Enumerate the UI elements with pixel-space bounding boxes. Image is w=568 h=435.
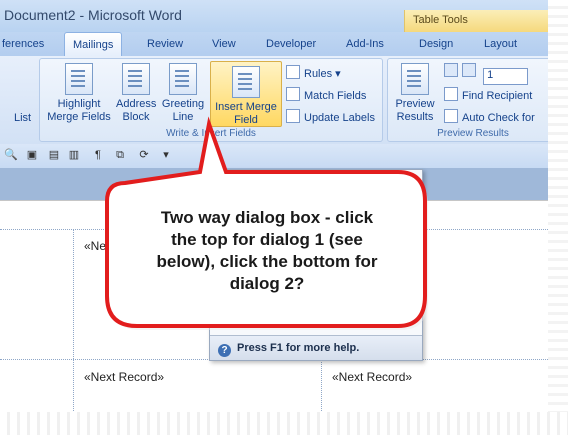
torn-edge-bottom [0, 412, 568, 435]
address-block-label: Address Block [116, 98, 157, 123]
address-block-button[interactable]: Address Block [116, 63, 156, 124]
table-tools-context: Table Tools [404, 10, 548, 32]
preview-results-group: Preview Results 1 Find Recipient Auto Ch… [387, 58, 548, 142]
merge-field-cell[interactable]: «Next Record» [84, 370, 164, 384]
insert-merge-field-icon [232, 66, 260, 98]
screenshot-canvas: Document2 - Microsoft Word Table Tools f… [0, 0, 568, 435]
rules-label: Rules [304, 68, 333, 80]
auto-check-label: Auto Check for [462, 112, 535, 124]
tab-references[interactable]: ferences [2, 38, 44, 50]
insert-merge-field-label: Insert Merge Field [215, 101, 277, 126]
write-insert-fields-group-label: Write & Insert Fields [166, 128, 256, 139]
preview-abc-icon [401, 63, 429, 95]
record-number-input[interactable]: 1 [483, 68, 529, 85]
greeting-line-label: Greeting Line [161, 98, 205, 123]
previous-record-icon[interactable] [462, 63, 476, 77]
write-insert-fields-group: Highlight Merge Fields Address Block Gre… [39, 58, 383, 142]
tab-view[interactable]: View [212, 38, 236, 50]
greeting-line-icon [169, 63, 197, 95]
tab-mailings[interactable]: Mailings [64, 32, 123, 57]
merge-field-cell[interactable]: «Nex [84, 239, 112, 253]
document-icon[interactable]: ▤ [48, 149, 60, 162]
table-column-border [73, 229, 74, 412]
insert-merge-field-button[interactable]: Insert Merge Field [210, 61, 282, 127]
callout-line-1: Two way dialog box - click [160, 208, 374, 227]
auto-check-button[interactable]: Auto Check for [444, 109, 535, 124]
tab-developer[interactable]: Developer [266, 38, 316, 50]
update-labels-button[interactable]: Update Labels [286, 109, 375, 124]
highlight-merge-fields-button[interactable]: Highlight Merge Fields [44, 63, 114, 124]
window-title: Document2 - Microsoft Word [4, 7, 182, 23]
match-fields-label: Match Fields [304, 90, 367, 102]
title-bar: Document2 - Microsoft Word Table Tools [0, 0, 548, 32]
word-window: Document2 - Microsoft Word Table Tools f… [0, 0, 548, 412]
preview-results-button[interactable]: Preview Results [392, 63, 438, 124]
highlight-merge-fields-label: Highlight Merge Fields [47, 98, 111, 123]
copy-icon[interactable]: ⧉ [114, 149, 126, 162]
find-recipient-icon [444, 87, 458, 101]
callout-line-4: dialog 2? [229, 274, 305, 293]
update-labels-icon [286, 109, 300, 123]
address-block-icon [122, 63, 150, 95]
table-tools-label: Table Tools [413, 14, 468, 26]
page-icon[interactable]: ▥ [68, 149, 80, 162]
zoom-icon[interactable]: 🔍 [4, 149, 18, 162]
preview-results-group-label: Preview Results [437, 128, 509, 139]
preview-results-label: Preview Results [395, 98, 435, 123]
merge-field-cell[interactable]: «Next Record» [332, 370, 412, 384]
ribbon-tabs: ferences Mailings Review View Developer … [0, 32, 548, 57]
rules-icon [286, 65, 300, 79]
pilcrow-icon[interactable]: ¶ [92, 149, 104, 162]
match-fields-icon [286, 87, 300, 101]
record-navigator: 1 [444, 63, 529, 85]
help-icon: ? [218, 344, 231, 357]
tab-design[interactable]: Design [419, 38, 453, 50]
overflow-chevron-icon[interactable]: ▾ [160, 149, 172, 162]
tab-layout[interactable]: Layout [484, 38, 517, 50]
greeting-line-button[interactable]: Greeting Line [161, 63, 205, 124]
update-labels-label: Update Labels [304, 112, 375, 124]
tab-add-ins[interactable]: Add-Ins [346, 38, 384, 50]
picture-icon[interactable]: ▣ [26, 149, 38, 162]
tab-review[interactable]: Review [147, 38, 183, 50]
callout-text: Two way dialog box - click the top for d… [132, 207, 402, 295]
match-fields-button[interactable]: Match Fields [286, 87, 366, 102]
find-recipient-button[interactable]: Find Recipient [444, 87, 532, 102]
find-recipient-label: Find Recipient [462, 90, 533, 102]
ribbon: List Highlight Merge Fields Address Bloc… [0, 56, 548, 145]
auto-check-icon [444, 109, 458, 123]
rules-button[interactable]: Rules ▾ [286, 65, 341, 80]
quick-toolbar: 🔍 ▣ ▤ ▥ ¶ ⧉ ⟳ ▾ [0, 144, 548, 169]
help-footer: ? Press F1 for more help. [210, 335, 422, 360]
first-record-icon[interactable] [444, 63, 458, 77]
edit-list-button[interactable]: List [14, 112, 31, 124]
refresh-icon[interactable]: ⟳ [138, 149, 150, 162]
callout-line-3: below), click the bottom for [156, 252, 378, 271]
callout-line-2: the top for dialog 1 (see [171, 230, 363, 249]
highlight-fields-icon [65, 63, 93, 95]
help-text: Press F1 for more help. [237, 342, 360, 354]
torn-edge-right [548, 0, 568, 435]
